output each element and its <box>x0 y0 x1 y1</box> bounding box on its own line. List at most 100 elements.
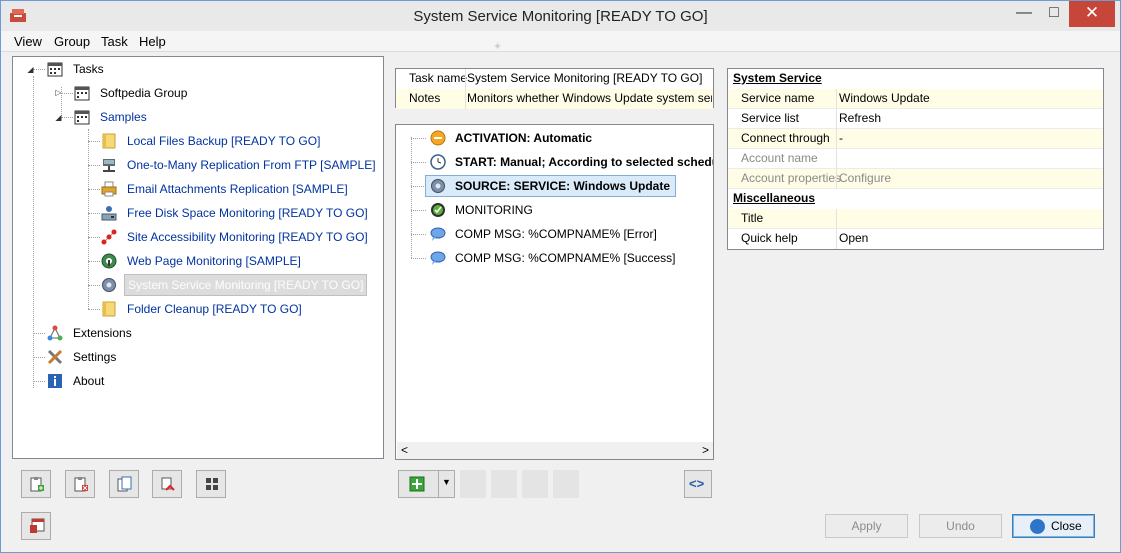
network-icon <box>103 159 115 172</box>
prop-value: Configure <box>839 171 892 185</box>
info-icon <box>48 374 62 388</box>
step-activation[interactable]: ACTIVATION: Automatic <box>396 127 713 149</box>
tools-icon <box>47 349 63 365</box>
tree-item-task[interactable]: Folder Cleanup [READY TO GO] <box>101 299 371 319</box>
prop-value[interactable]: Open <box>839 229 868 248</box>
disk-user-icon <box>101 206 117 221</box>
scroll-right-arrow[interactable]: > <box>702 443 709 457</box>
step-toolbar-button[interactable] <box>522 470 548 498</box>
clock-icon <box>430 154 446 170</box>
menu-bar: View Group Task Help <box>1 31 1120 52</box>
clipboard-delete-icon <box>74 477 88 492</box>
horizontal-scrollbar[interactable]: < > <box>397 442 713 459</box>
tree-item-task-selected[interactable]: System Service Monitoring [READY TO GO] <box>96 274 368 296</box>
prop-title[interactable]: Title <box>728 209 1103 229</box>
menu-task[interactable]: Task <box>101 34 128 49</box>
step-monitoring[interactable]: MONITORING <box>396 199 713 221</box>
delete-task-button[interactable] <box>65 470 95 498</box>
prop-label: Title <box>741 211 764 225</box>
tree-item-samples[interactable]: Samples <box>74 107 274 127</box>
task-steps-list[interactable]: ACTIVATION: Automatic START: Manual; Acc… <box>395 124 714 460</box>
tree-item-task[interactable]: Local Files Backup [READY TO GO] <box>101 131 371 151</box>
tree-item-softpedia-group[interactable]: Softpedia Group <box>74 83 274 103</box>
apply-button[interactable]: Apply <box>825 514 908 538</box>
task-name-label: Task name <box>409 71 468 85</box>
task-tree[interactable]: ◢ Tasks ▷ Softpedia Group ◢ Samples Loca… <box>12 56 384 459</box>
activation-icon <box>430 130 446 146</box>
copy-icon <box>117 476 132 492</box>
tree-item-task[interactable]: Web Page Monitoring [SAMPLE] <box>101 251 371 271</box>
tree-item-about[interactable]: About <box>47 371 247 391</box>
tree-label: Email Attachments Replication [SAMPLE] <box>127 182 348 196</box>
category-system-service: System Service <box>728 69 1103 89</box>
tree-label: Extensions <box>73 326 132 340</box>
collapse-tasks-icon[interactable]: ◢ <box>26 65 35 74</box>
app-window: System Service Monitoring [READY TO GO] … <box>0 0 1121 553</box>
tree-item-extensions[interactable]: Extensions <box>47 323 247 343</box>
tree-label: Settings <box>73 350 117 364</box>
menu-group[interactable]: Group <box>54 34 90 49</box>
prop-value[interactable]: Windows Update <box>839 89 930 108</box>
tree-label: One-to-Many Replication From FTP [SAMPLE… <box>127 158 376 172</box>
window-close-button[interactable]: ✕ <box>1069 1 1115 27</box>
tree-label: Tasks <box>73 62 104 76</box>
globe-icon <box>101 253 117 269</box>
close-button[interactable]: Close <box>1012 514 1095 538</box>
menu-view[interactable]: View <box>14 34 42 49</box>
step-toolbar-button[interactable] <box>491 470 517 498</box>
group-settings-button[interactable] <box>196 470 226 498</box>
tree-item-task[interactable]: One-to-Many Replication From FTP [SAMPLE… <box>101 155 376 175</box>
copy-task-button[interactable] <box>109 470 139 498</box>
expand-group-icon[interactable]: ▷ <box>54 88 63 97</box>
code-icon: <> <box>689 476 705 491</box>
prop-account-name: Account name <box>728 149 1103 169</box>
add-step-button[interactable]: ▼ <box>398 470 455 498</box>
minimize-button[interactable]: — <box>1011 1 1037 27</box>
prop-account-properties: Account properties Configure <box>728 169 1103 189</box>
prop-value[interactable]: Refresh <box>839 109 881 128</box>
add-step-dropdown-arrow[interactable]: ▼ <box>442 477 451 487</box>
prop-service-list[interactable]: Service list Refresh <box>728 109 1103 129</box>
undo-button[interactable]: Undo <box>919 514 1002 538</box>
step-comp-msg-success[interactable]: COMP MSG: %COMPNAME% [Success] <box>396 247 713 269</box>
step-toolbar-button[interactable] <box>460 470 486 498</box>
step-label: COMP MSG: %COMPNAME% [Error] <box>455 227 657 241</box>
tree-label: About <box>73 374 105 388</box>
maximize-button[interactable]: □ <box>1041 1 1067 27</box>
step-toolbar-button[interactable] <box>553 470 579 498</box>
tree-label: Folder Cleanup [READY TO GO] <box>127 302 302 316</box>
notes-value[interactable]: Monitors whether Windows Update system s… <box>467 89 712 108</box>
tree-item-task[interactable]: Email Attachments Replication [SAMPLE] <box>101 179 371 199</box>
step-source-selected[interactable]: SOURCE: SERVICE: Windows Update <box>396 175 713 197</box>
prop-label: Service list <box>741 111 800 125</box>
tree-item-tasks[interactable]: Tasks <box>47 59 247 79</box>
close-circle-icon <box>1030 519 1045 534</box>
step-comp-msg-error[interactable]: COMP MSG: %COMPNAME% [Error] <box>396 223 713 245</box>
tree-item-task[interactable]: Free Disk Space Monitoring [READY TO GO] <box>101 203 371 223</box>
step-start[interactable]: START: Manual; According to selected sch… <box>396 151 713 173</box>
tree-label: Samples <box>100 110 147 124</box>
collapse-samples-icon[interactable]: ◢ <box>54 113 63 122</box>
step-label: MONITORING <box>455 203 533 217</box>
new-task-button[interactable] <box>21 470 51 498</box>
scroll-left-arrow[interactable]: < <box>401 443 408 457</box>
prop-connect-through[interactable]: Connect through - <box>728 129 1103 149</box>
message-icon <box>430 251 446 265</box>
tree-label: Site Accessibility Monitoring [READY TO … <box>127 230 368 244</box>
prop-value[interactable]: - <box>839 129 843 148</box>
prop-quick-help[interactable]: Quick help Open <box>728 229 1103 249</box>
tree-label: Local Files Backup [READY TO GO] <box>127 134 321 148</box>
task-name-value[interactable]: System Service Monitoring [READY TO GO] <box>467 69 712 88</box>
tree-item-settings[interactable]: Settings <box>47 347 247 367</box>
run-task-button[interactable] <box>21 512 51 540</box>
step-label: COMP MSG: %COMPNAME% [Success] <box>455 251 676 265</box>
move-task-button[interactable] <box>152 470 182 498</box>
window-run-icon <box>30 518 45 533</box>
step-label: START: Manual; According to selected sch… <box>455 155 714 169</box>
prop-service-name[interactable]: Service name Windows Update <box>728 89 1103 109</box>
tree-item-task[interactable]: Site Accessibility Monitoring [READY TO … <box>101 227 371 247</box>
prop-label: Service name <box>741 91 815 105</box>
menu-help[interactable]: Help <box>139 34 166 49</box>
window-title: System Service Monitoring [READY TO GO] <box>413 8 708 25</box>
code-view-button[interactable]: <> <box>684 470 712 498</box>
